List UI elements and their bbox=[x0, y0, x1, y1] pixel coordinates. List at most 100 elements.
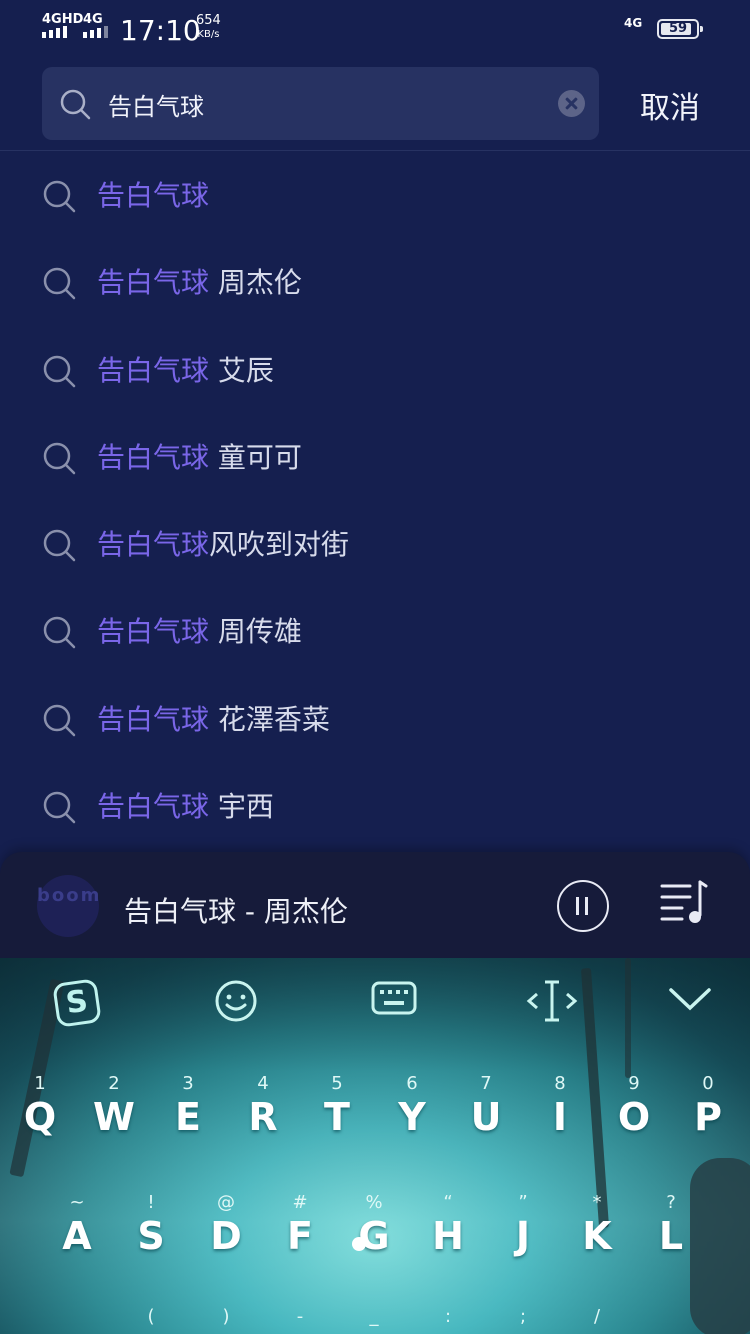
clock: 17:10 bbox=[120, 14, 201, 47]
clear-search-button[interactable] bbox=[558, 90, 585, 117]
suggestion-keyword: 告白气球 bbox=[97, 179, 210, 212]
ime-logo[interactable]: S bbox=[52, 978, 102, 1028]
search-input[interactable] bbox=[108, 85, 538, 123]
key-q[interactable]: 1Q bbox=[3, 1073, 77, 1183]
keyboard-toolbar: S bbox=[0, 958, 750, 1053]
key-label: R bbox=[248, 1095, 278, 1139]
key-hint: 1 bbox=[34, 1073, 46, 1094]
suggestion-rest: 艾辰 bbox=[209, 353, 274, 387]
signal-bars-1-icon bbox=[42, 26, 67, 38]
key-hint: 5 bbox=[331, 1073, 343, 1094]
playlist-button[interactable] bbox=[660, 880, 708, 926]
key-hint: ! bbox=[147, 1192, 155, 1213]
emoji-icon[interactable] bbox=[213, 978, 259, 1024]
key-e[interactable]: 3E bbox=[151, 1073, 225, 1183]
suggestion-item[interactable]: 告白气球风吹到对街 bbox=[0, 501, 750, 588]
key-f[interactable]: # F bbox=[263, 1192, 337, 1302]
key-label: Q bbox=[23, 1095, 57, 1139]
key-y[interactable]: 6Y bbox=[375, 1073, 449, 1183]
pause-button[interactable] bbox=[557, 880, 609, 932]
cancel-button[interactable]: 取消 bbox=[640, 83, 700, 127]
key-d[interactable]: @ D bbox=[189, 1192, 263, 1302]
key-r[interactable]: 4R bbox=[226, 1073, 300, 1183]
suggestion-item[interactable]: 告白气球 艾辰 bbox=[0, 327, 750, 414]
network-type-right: 4G bbox=[624, 16, 643, 30]
suggestion-keyword: 告白气球 bbox=[97, 615, 210, 649]
key-b[interactable]: : bbox=[411, 1306, 485, 1334]
key-hint: _ bbox=[369, 1306, 379, 1327]
key-hint: % bbox=[365, 1192, 383, 1213]
key-hint: 7 bbox=[480, 1073, 492, 1094]
suggestion-item[interactable]: 告白气球 童可可 bbox=[0, 414, 750, 501]
network-type-2: 4G bbox=[83, 12, 103, 27]
key-hint: ) bbox=[222, 1306, 230, 1327]
key-j[interactable]: ” J bbox=[486, 1192, 560, 1302]
key-hint: 0 bbox=[702, 1073, 714, 1094]
key-label: U bbox=[470, 1095, 502, 1139]
suggestion-keyword: 告白气球 bbox=[97, 790, 210, 824]
key-label: P bbox=[694, 1095, 722, 1139]
suggestion-keyword: 告白气球 bbox=[97, 702, 210, 736]
key-label: S bbox=[137, 1214, 165, 1258]
key-h[interactable]: “H bbox=[411, 1192, 485, 1302]
status-bar: 4GHD 4G 17:10 654 KB/s 4G 59 bbox=[0, 0, 750, 60]
key-x[interactable]: ) bbox=[189, 1306, 263, 1334]
key-label: J bbox=[515, 1214, 531, 1258]
key-m[interactable]: / bbox=[560, 1306, 634, 1334]
search-icon bbox=[43, 529, 76, 562]
search-icon bbox=[43, 704, 76, 737]
key-n[interactable]: ; bbox=[486, 1306, 560, 1334]
collapse-keyboard-icon[interactable] bbox=[665, 978, 715, 1018]
key-w[interactable]: 2W bbox=[77, 1073, 151, 1183]
suggestion-item[interactable]: 告白气球 花澤香菜 bbox=[0, 676, 750, 763]
key-t[interactable]: 5T bbox=[300, 1073, 374, 1183]
suggestion-item[interactable]: 告白气球 周杰伦 bbox=[0, 239, 750, 326]
search-icon bbox=[43, 442, 76, 475]
suggestion-item[interactable]: 告白气球 bbox=[0, 152, 750, 239]
key-label: L bbox=[658, 1214, 684, 1258]
key-hint: 2 bbox=[108, 1073, 120, 1094]
album-logo: boom bbox=[37, 885, 102, 906]
key-label: H bbox=[432, 1214, 464, 1258]
battery-level: 59 bbox=[668, 21, 688, 36]
soft-keyboard: S 1Q 2W 3E 4R 5T 6Y 7U 8I 9O 0P ~ A ! S … bbox=[0, 958, 750, 1334]
network-speed-value: 654 bbox=[196, 13, 221, 28]
key-hint: / bbox=[593, 1306, 601, 1327]
key-a[interactable]: ~ A bbox=[40, 1192, 114, 1302]
key-g[interactable]: % G bbox=[337, 1192, 411, 1302]
key-l[interactable]: ? L bbox=[634, 1192, 708, 1302]
key-u[interactable]: 7U bbox=[449, 1073, 523, 1183]
key-i[interactable]: 8I bbox=[523, 1073, 597, 1183]
key-hint: ; bbox=[519, 1306, 527, 1327]
key-row-1: 1Q 2W 3E 4R 5T 6Y 7U 8I 9O 0P bbox=[0, 1073, 750, 1203]
mini-player[interactable]: boom 告白气球 - 周杰伦 bbox=[0, 852, 750, 958]
key-label: D bbox=[210, 1214, 242, 1258]
key-label: F bbox=[287, 1214, 313, 1258]
key-c[interactable]: - bbox=[263, 1306, 337, 1334]
key-z[interactable]: ( bbox=[114, 1306, 188, 1334]
suggestion-keyword: 告白气球 bbox=[97, 528, 210, 562]
cursor-move-icon[interactable] bbox=[525, 978, 579, 1024]
key-v[interactable]: _ bbox=[337, 1306, 411, 1334]
suggestion-item[interactable]: 告白气球 宇西 bbox=[0, 763, 750, 850]
key-k[interactable]: * K bbox=[560, 1192, 634, 1302]
key-hint: ~ bbox=[69, 1192, 85, 1213]
key-hint: “ bbox=[443, 1192, 453, 1213]
keyboard-switch-icon[interactable] bbox=[370, 978, 418, 1018]
key-hint: 3 bbox=[182, 1073, 194, 1094]
key-o[interactable]: 9O bbox=[597, 1073, 671, 1183]
album-art[interactable]: boom bbox=[37, 875, 99, 937]
battery-icon: 59 bbox=[657, 19, 703, 39]
search-icon bbox=[60, 89, 91, 120]
search-icon bbox=[43, 617, 76, 649]
key-s[interactable]: ! S bbox=[114, 1192, 188, 1302]
suggestion-rest: 宇西 bbox=[209, 790, 274, 824]
search-box[interactable] bbox=[42, 67, 599, 140]
key-label: I bbox=[552, 1095, 568, 1139]
search-icon bbox=[43, 355, 76, 387]
suggestion-item[interactable]: 告白气球 周传雄 bbox=[0, 588, 750, 675]
key-hint: ” bbox=[518, 1192, 528, 1213]
key-p[interactable]: 0P bbox=[671, 1073, 745, 1183]
key-hint: 4 bbox=[257, 1073, 269, 1094]
suggestion-rest: 风吹到对街 bbox=[209, 528, 350, 562]
